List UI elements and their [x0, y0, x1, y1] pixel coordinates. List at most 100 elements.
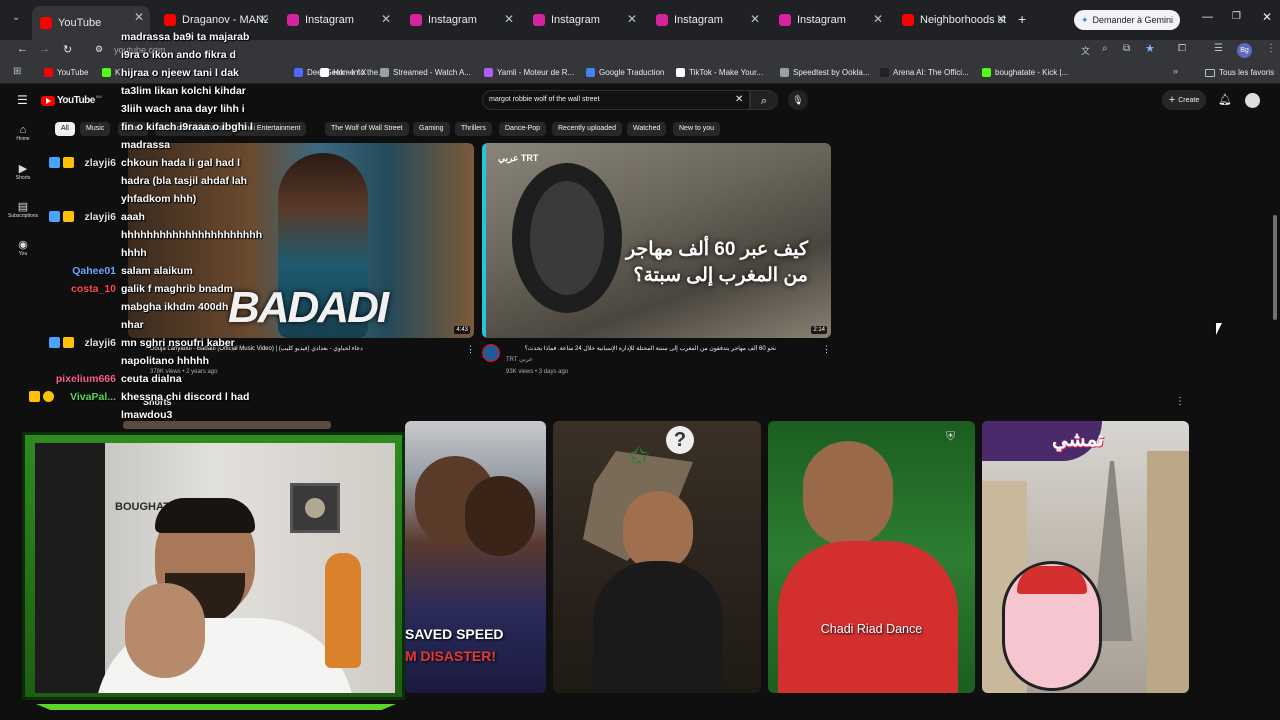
more-bookmarks-icon[interactable]: » [1173, 66, 1178, 76]
chat-username[interactable]: zlayji6 [84, 334, 116, 352]
short-caption: Chadi Riad Dance [820, 622, 923, 636]
bookmark-label: Home / X [333, 68, 367, 77]
restore-button[interactable]: ❐ [1232, 11, 1241, 22]
sidebar-item[interactable]: ⌂ Home [4, 124, 42, 142]
page-scrollbar[interactable] [1273, 215, 1277, 320]
video-options-icon[interactable]: ⋮ [822, 344, 831, 355]
tab-close-icon[interactable]: ✕ [258, 12, 268, 26]
filter-chip[interactable]: Dance-Pop [499, 122, 547, 136]
clear-search-icon[interactable]: ✕ [735, 94, 743, 105]
browser-tab[interactable]: Instagram ✕ [279, 8, 397, 32]
chat-username[interactable]: costa_10 [71, 280, 116, 298]
tab-close-icon[interactable]: ✕ [873, 12, 883, 26]
video-thumbnail-2[interactable]: عربي TRT كيف عبر 60 ألف مهاجر من المغرب … [482, 143, 831, 338]
channel-avatar[interactable] [482, 344, 500, 362]
reload-icon[interactable]: ↻ [63, 43, 72, 56]
bookmark-item[interactable]: Yamli - Moteur de R... [484, 68, 574, 77]
tab-close-icon[interactable]: ✕ [750, 12, 760, 26]
sidebar-item-label: Home [16, 136, 30, 142]
tab-search-icon[interactable]: ⌄ [12, 12, 20, 23]
zoom-icon[interactable]: ⌕ [1102, 43, 1108, 54]
profile-avatar[interactable]: Bg [1237, 43, 1252, 58]
tab-close-icon[interactable]: ✕ [134, 10, 144, 24]
bookmark-item[interactable]: Home / X [320, 68, 366, 77]
bookmark-item[interactable]: Streamed - Watch A... [380, 68, 471, 77]
morocco-star-icon: ✩ [628, 441, 650, 471]
browser-tab[interactable]: Instagram ✕ [648, 8, 766, 32]
bookmark-item[interactable]: Arena AI: The Offici... [880, 68, 969, 77]
tab-close-icon[interactable]: ✕ [996, 12, 1006, 26]
bookmark-favicon-icon [294, 68, 303, 77]
gemini-button[interactable]: ✦ Demander à Gemini [1074, 10, 1180, 30]
tab-close-icon[interactable]: ✕ [627, 12, 637, 26]
filter-chip[interactable]: Music [80, 122, 111, 136]
mouse-cursor-icon [1216, 323, 1222, 335]
filter-chip[interactable]: The Wolf of Wall Street [325, 122, 409, 136]
notifications-bell-icon[interactable]: 🔔︎ [1218, 93, 1232, 106]
bookmark-item[interactable]: Google Traduction [586, 68, 664, 77]
channel-name[interactable]: TRT عربي [506, 356, 533, 363]
back-icon[interactable]: ← [17, 43, 28, 55]
filter-chip[interactable]: Thrillers [455, 122, 492, 136]
chat-username[interactable]: Qahee01 [72, 262, 116, 280]
create-button[interactable]: + Create [1162, 90, 1206, 110]
guide-menu-icon[interactable]: ☰ [17, 93, 28, 107]
filter-chip[interactable]: Watched [627, 122, 667, 136]
media-icon[interactable]: ☰ [1214, 43, 1223, 54]
account-avatar[interactable] [1245, 93, 1260, 108]
bookmark-label: boughatate - Kick |... [995, 68, 1069, 77]
browser-tab[interactable]: Instagram ✕ [771, 8, 889, 32]
browser-tab[interactable]: Instagram ✕ [525, 8, 643, 32]
short-thumbnail-4[interactable]: تمشي [982, 421, 1189, 693]
short-thumbnail-1[interactable]: SAVED SPEED M DISASTER! [405, 421, 546, 693]
all-bookmarks-folder[interactable]: Tous les favoris [1205, 68, 1274, 77]
bookmark-item[interactable]: boughatate - Kick |... [982, 68, 1068, 77]
browser-tab[interactable]: Neighborhoods still ✕ [894, 8, 1012, 32]
bookmark-item[interactable]: TikTok - Make Your... [676, 68, 763, 77]
bookmark-item[interactable]: K [102, 68, 120, 77]
video-title[interactable]: نحو 60 ألف مهاجر يتدفقون من المغرب إلى س… [506, 345, 776, 352]
short-thumbnail-2[interactable]: ✩ ? [553, 421, 761, 693]
chat-username[interactable]: zlayji6 [84, 154, 116, 172]
search-input[interactable]: margot robbie wolf of the wall street [489, 96, 600, 103]
bookmark-item[interactable]: YouTube [44, 68, 88, 77]
video-options-icon[interactable]: ⋮ [466, 344, 475, 355]
sidebar-item[interactable]: ◉ You [4, 238, 42, 257]
video-duration: 2:14 [811, 326, 827, 334]
sidebar-item[interactable]: ▶ Shorts [4, 162, 42, 181]
minimize-button[interactable]: — [1202, 11, 1213, 23]
filter-chip[interactable]: Gaming [413, 122, 450, 136]
site-info-icon[interactable]: ⚙ [95, 44, 103, 55]
bookmark-favicon-icon [676, 68, 685, 77]
short-thumbnail-3[interactable]: Chadi Riad Dance ⛨ [768, 421, 975, 693]
shelf-options-icon[interactable]: ⋮ [1175, 396, 1185, 407]
search-box[interactable]: margot robbie wolf of the wall street ✕ [482, 90, 750, 110]
extensions-icon[interactable]: ⧠ [1178, 43, 1186, 54]
youtube-logo[interactable]: YouTube MA [41, 94, 102, 106]
forward-icon[interactable]: → [39, 43, 50, 55]
filter-chip[interactable]: All [55, 122, 75, 136]
filter-chip[interactable]: Recently uploaded [552, 122, 622, 136]
sidebar-item[interactable]: ▤ Subscriptions [4, 200, 42, 219]
bookmark-item[interactable]: Speedtest by Ookla... [780, 68, 870, 77]
install-app-icon[interactable]: ⧉ [1123, 43, 1130, 54]
filter-chip[interactable]: New to you [673, 122, 721, 136]
chat-message: yhfadkom hhh) [121, 193, 197, 205]
apps-icon[interactable]: ⊞ [13, 66, 21, 77]
chat-username[interactable]: zlayji6 [84, 208, 116, 226]
bookmark-label: Streamed - Watch A... [393, 68, 471, 77]
bookmark-star-icon[interactable]: ★ [1145, 42, 1155, 55]
search-button[interactable]: ⌕ [750, 90, 778, 110]
tab-close-icon[interactable]: ✕ [504, 12, 514, 26]
translate-icon[interactable]: 文 [1081, 44, 1090, 57]
close-window-button[interactable]: ✕ [1262, 10, 1272, 24]
browser-menu-icon[interactable]: ⋮ [1266, 43, 1276, 54]
voice-search-button[interactable]: 🎙 [788, 90, 808, 110]
chat-badge-icon [49, 211, 60, 222]
video-duration: 4:43 [454, 326, 470, 334]
chat-username[interactable]: VivaPal... [70, 388, 116, 406]
chat-username[interactable]: pixelium666 [56, 370, 116, 388]
tab-close-icon[interactable]: ✕ [381, 12, 391, 26]
browser-tab[interactable]: Instagram ✕ [402, 8, 520, 32]
new-tab-button[interactable]: + [1018, 11, 1026, 27]
